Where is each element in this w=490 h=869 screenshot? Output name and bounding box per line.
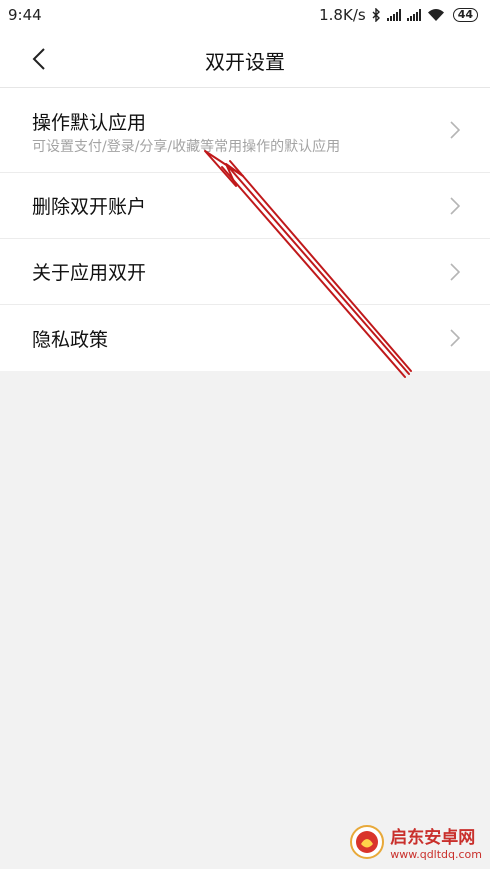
title-bar: 双开设置: [0, 30, 490, 88]
signal-icon: [386, 9, 401, 21]
network-speed: 1.8K/s: [319, 6, 366, 24]
status-bar: 9:44 1.8K/s 44: [0, 0, 490, 30]
page-title: 双开设置: [205, 50, 285, 74]
menu-item-label: 删除双开账户: [32, 196, 147, 218]
battery-icon: 44: [452, 8, 478, 22]
menu-item-default-apps[interactable]: 操作默认应用 可设置支付/登录/分享/收藏等常用操作的默认应用: [0, 88, 490, 173]
menu-item-about-dual-apps[interactable]: 关于应用双开: [0, 239, 490, 305]
watermark: 启东安卓网 www.qdltdq.com: [350, 823, 482, 861]
chevron-right-icon: [450, 121, 460, 139]
menu-item-description: 可设置支付/登录/分享/收藏等常用操作的默认应用: [32, 139, 341, 155]
status-icons: 1.8K/s 44: [319, 6, 478, 24]
chevron-right-icon: [450, 196, 460, 215]
chevron-right-icon: [450, 329, 460, 347]
menu-item-label: 操作默认应用: [32, 112, 147, 134]
settings-list: 操作默认应用 可设置支付/登录/分享/收藏等常用操作的默认应用 删除双开账户 关…: [0, 88, 490, 371]
watermark-logo-icon: [350, 825, 385, 859]
menu-item-delete-account[interactable]: 删除双开账户: [0, 173, 490, 239]
chevron-right-icon: [450, 262, 460, 281]
bluetooth-icon: [372, 8, 380, 22]
menu-item-label: 隐私政策: [32, 328, 109, 351]
watermark-url: www.qdltdq.com: [390, 848, 482, 861]
menu-item-privacy-policy[interactable]: 隐私政策: [0, 305, 490, 371]
wifi-icon: [427, 8, 444, 21]
signal-icon-2: [406, 9, 421, 21]
menu-item-label: 关于应用双开: [32, 262, 147, 284]
status-time: 9:44: [8, 6, 42, 24]
watermark-title: 启东安卓网: [390, 828, 476, 848]
